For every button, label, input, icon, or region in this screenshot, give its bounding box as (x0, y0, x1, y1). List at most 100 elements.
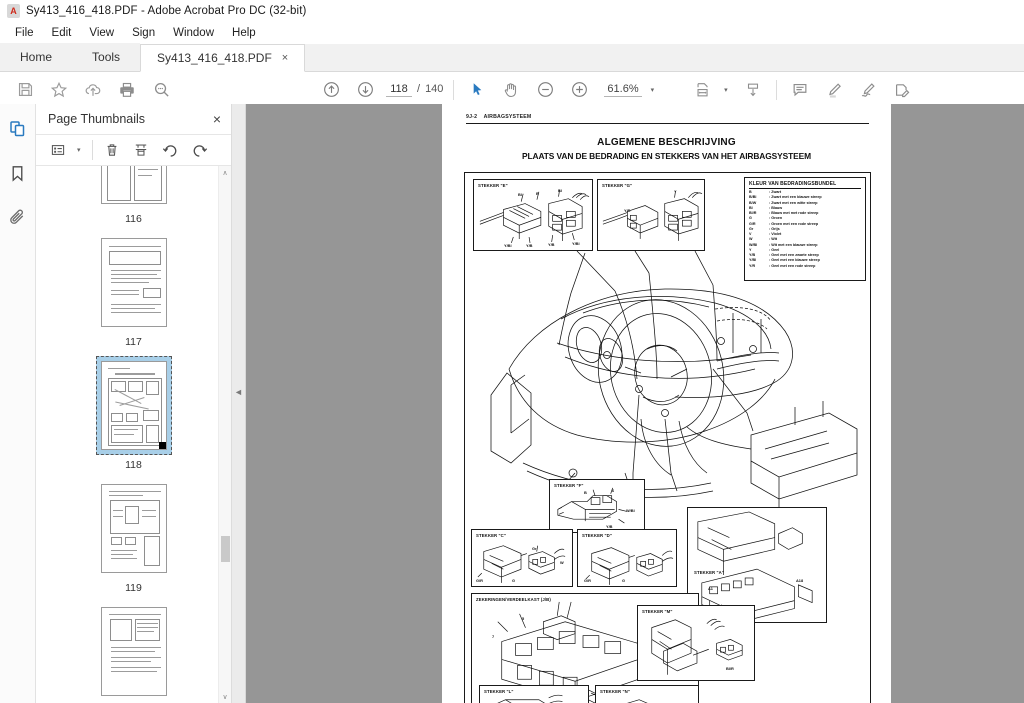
list-item[interactable]: 116 (96, 166, 172, 225)
thumbnail-frame-selected[interactable] (95, 356, 172, 455)
bookmark-icon[interactable] (5, 160, 31, 186)
edit-pdf-icon[interactable] (885, 75, 919, 105)
chevron-down-icon[interactable]: ▾ (651, 86, 655, 94)
extract-pages-icon[interactable] (128, 138, 155, 162)
workspace: Page Thumbnails × ▾ 116 117 118 119 ∧ ∨ … (0, 104, 1024, 703)
attachment-clip-icon[interactable] (5, 204, 31, 230)
panel-header: Page Thumbnails × (36, 104, 231, 134)
thumbnail-image (100, 361, 167, 450)
fit-page-icon[interactable] (686, 75, 720, 105)
toolbar-divider-2 (775, 79, 777, 100)
trash-icon[interactable] (99, 138, 126, 162)
page-thumbnails-panel: Page Thumbnails × ▾ 116 117 118 119 ∧ ∨ (36, 104, 232, 703)
tab-strip: Home Tools Sy413_416_418.PDF × (0, 43, 1024, 72)
panel-title: Page Thumbnails (48, 112, 146, 126)
zoom-level-value[interactable]: 61.6% (604, 82, 642, 97)
connector-box-m: STEKKER "M" Bl/R (637, 605, 755, 681)
page-header-code: 9J-2 (466, 114, 478, 120)
view-options-chevron-down-icon[interactable]: ▾ (77, 146, 81, 154)
panel-toolbar-divider (91, 140, 93, 160)
hand-icon[interactable] (494, 75, 528, 105)
title-bar: Sy413_416_418.PDF - Adobe Acrobat Pro DC… (0, 0, 1024, 22)
cursor-icon[interactable] (460, 75, 494, 105)
upload-cloud-icon[interactable] (76, 75, 110, 105)
wire-label: A18 (796, 578, 804, 583)
thumbnail-image (100, 607, 167, 696)
menu-file[interactable]: File (6, 25, 43, 41)
thumbnail-scroll-area[interactable]: 116 117 118 119 (36, 166, 231, 703)
list-item[interactable]: 118 (95, 356, 172, 471)
menu-help[interactable]: Help (223, 25, 265, 41)
wire-label: A1 (708, 586, 713, 591)
tab-home[interactable]: Home (0, 43, 73, 71)
thumbnail-image (100, 238, 167, 327)
wire-label: W (560, 560, 564, 565)
star-icon[interactable] (42, 75, 76, 105)
zoom-control[interactable]: 61.6% ▾ (604, 82, 654, 97)
panel-close-icon[interactable]: × (213, 111, 221, 127)
wire-label: Bl/R (726, 666, 734, 671)
thumbnail-frame[interactable] (96, 602, 172, 701)
tab-tools[interactable]: Tools (72, 43, 141, 71)
wire-label: B (584, 490, 587, 495)
wire-label: G/R (584, 578, 591, 583)
arrow-up-circle-icon[interactable] (314, 75, 348, 105)
menu-window[interactable]: Window (164, 25, 223, 41)
thumbnail-frame[interactable] (96, 166, 172, 209)
rotate-counterclockwise-icon[interactable] (157, 138, 184, 162)
page-running-header: 9J-2 AIRBAGSYSTEEM (466, 114, 869, 120)
scrollbar-thumb[interactable] (221, 536, 230, 562)
menu-bar: File Edit View Sign Window Help (0, 22, 1024, 44)
page-navigation: 118 / 140 (386, 82, 443, 97)
document-viewport[interactable]: 9J-2 AIRBAGSYSTEEM ALGEMENE BESCHRIJVING… (246, 104, 1024, 703)
page-number-input[interactable]: 118 (386, 82, 412, 97)
list-options-icon[interactable] (44, 138, 71, 162)
menu-edit[interactable]: Edit (43, 25, 81, 41)
scroll-up-arrow-icon[interactable]: ∧ (219, 166, 231, 179)
sign-icon[interactable] (851, 75, 885, 105)
page-total-count: 140 (425, 83, 444, 95)
scroll-down-arrow-icon[interactable]: ∨ (219, 690, 231, 703)
zoom-in-icon[interactable] (562, 75, 596, 105)
comment-icon[interactable] (783, 75, 817, 105)
page-header-section: AIRBAGSYSTEEM (483, 114, 532, 120)
menu-view[interactable]: View (80, 25, 123, 41)
scroll-mode-icon[interactable] (736, 75, 770, 105)
list-item[interactable]: 120 (96, 602, 172, 703)
toolbar-nav-group: 118 / 140 61.6% ▾ (314, 75, 658, 105)
thumbnail-image (100, 166, 167, 204)
rotate-clockwise-icon[interactable] (186, 138, 213, 162)
thumbnail-frame[interactable] (96, 479, 172, 578)
main-toolbar: 118 / 140 61.6% ▾ ▾ (0, 72, 1024, 108)
tab-document[interactable]: Sy413_416_418.PDF × (140, 44, 306, 72)
connector-box-d: STEKKER "D" G/R G (577, 529, 677, 587)
thumbnail-list: 116 117 118 119 (36, 166, 231, 703)
thumbnail-frame[interactable] (96, 233, 172, 332)
navigation-rail (0, 104, 36, 703)
page-subtitle: PLAATS VAN DE BEDRADING EN STEKKERS VAN … (522, 151, 811, 161)
thumbnail-label: 119 (125, 582, 142, 594)
wire-label: G/R (476, 578, 483, 583)
page-thumbnails-icon[interactable] (5, 116, 31, 142)
menu-sign[interactable]: Sign (123, 25, 164, 41)
pdf-page: 9J-2 AIRBAGSYSTEEM ALGEMENE BESCHRIJVING… (442, 104, 891, 703)
close-icon[interactable]: × (282, 52, 288, 64)
arrow-down-circle-icon[interactable] (348, 75, 382, 105)
panel-splitter[interactable]: ◄ (232, 104, 246, 703)
highlight-icon[interactable] (817, 75, 851, 105)
connector-box-a-label: STEKKER "A" (694, 570, 725, 575)
wire-label: 7 (492, 634, 495, 639)
print-icon[interactable] (110, 75, 144, 105)
search-icon[interactable] (144, 75, 178, 105)
fit-page-chevron-down-icon[interactable]: ▾ (724, 86, 728, 94)
header-rule (466, 123, 869, 125)
zoom-out-icon[interactable] (528, 75, 562, 105)
list-item[interactable]: 117 (96, 233, 172, 348)
thumbnails-scrollbar[interactable]: ∧ ∨ (218, 166, 231, 703)
list-item[interactable]: 119 (96, 479, 172, 594)
connector-box-n: STEKKER "N" B/Bl (595, 685, 699, 703)
save-icon[interactable] (8, 75, 42, 105)
selection-handle[interactable] (158, 442, 166, 449)
figure-frame: STEKKER "E" Bl B Bl Y/Bl Y/B Y/B Y/Bl ST… (464, 172, 871, 703)
collapse-panel-arrow-icon[interactable]: ◄ (234, 387, 243, 397)
